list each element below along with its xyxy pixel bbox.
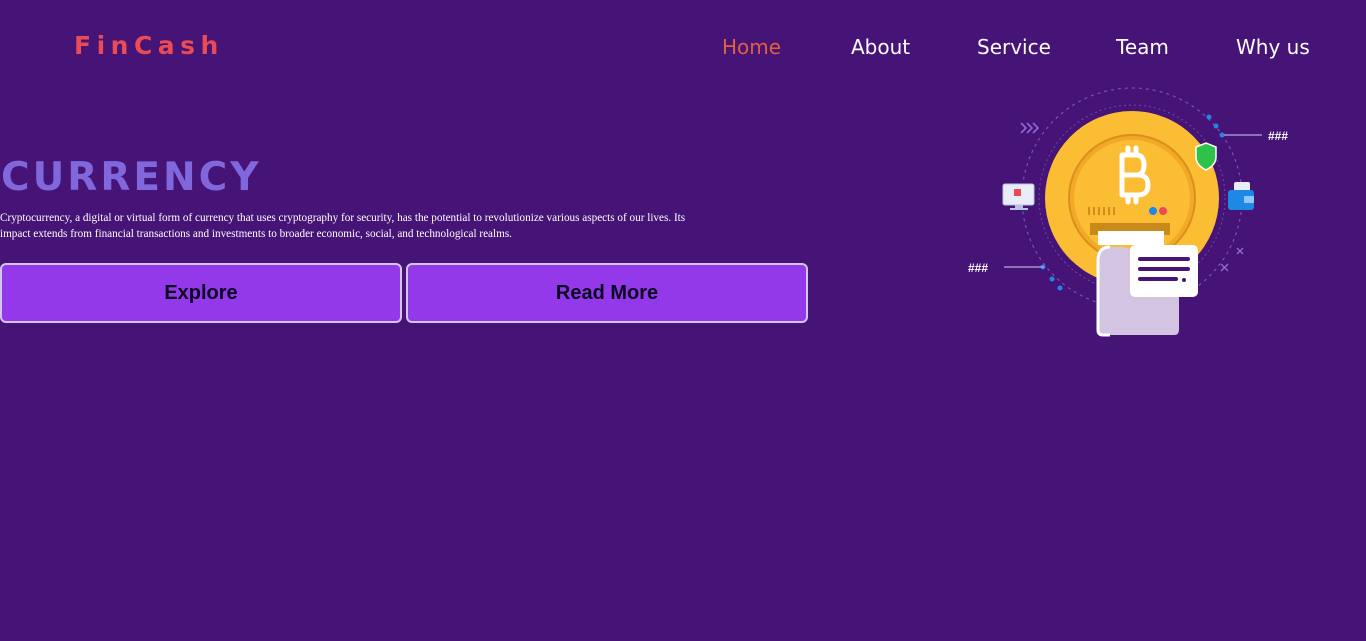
explore-button[interactable]: Explore: [0, 263, 402, 323]
wallet-icon: [1228, 182, 1254, 210]
monitor-icon: [1002, 183, 1035, 210]
hero-description: Cryptocurrency, a digital or virtual for…: [0, 212, 686, 240]
nav-home[interactable]: Home: [722, 33, 781, 61]
nav-why-us[interactable]: Why us: [1236, 33, 1310, 61]
hash-label-left: ###: [968, 261, 988, 275]
shield-icon: [1195, 142, 1217, 171]
sparkle-icon: [1220, 247, 1244, 272]
main-nav: Home About Service Team Why us: [0, 33, 1366, 61]
page: FinCash Home About Service Team Why us C…: [0, 0, 1366, 641]
bitcoin-coin-illustration: ### ###: [960, 85, 1305, 345]
nav-service[interactable]: Service: [977, 33, 1051, 61]
nav-team[interactable]: Team: [1116, 33, 1169, 61]
hero-title: CURRENCY: [1, 155, 262, 200]
hash-label-right: ###: [1268, 129, 1288, 143]
bitcoin-icon: [1119, 145, 1151, 205]
nav-about[interactable]: About: [851, 33, 910, 61]
chevrons-icon: [1020, 122, 1040, 134]
read-more-button[interactable]: Read More: [406, 263, 808, 323]
